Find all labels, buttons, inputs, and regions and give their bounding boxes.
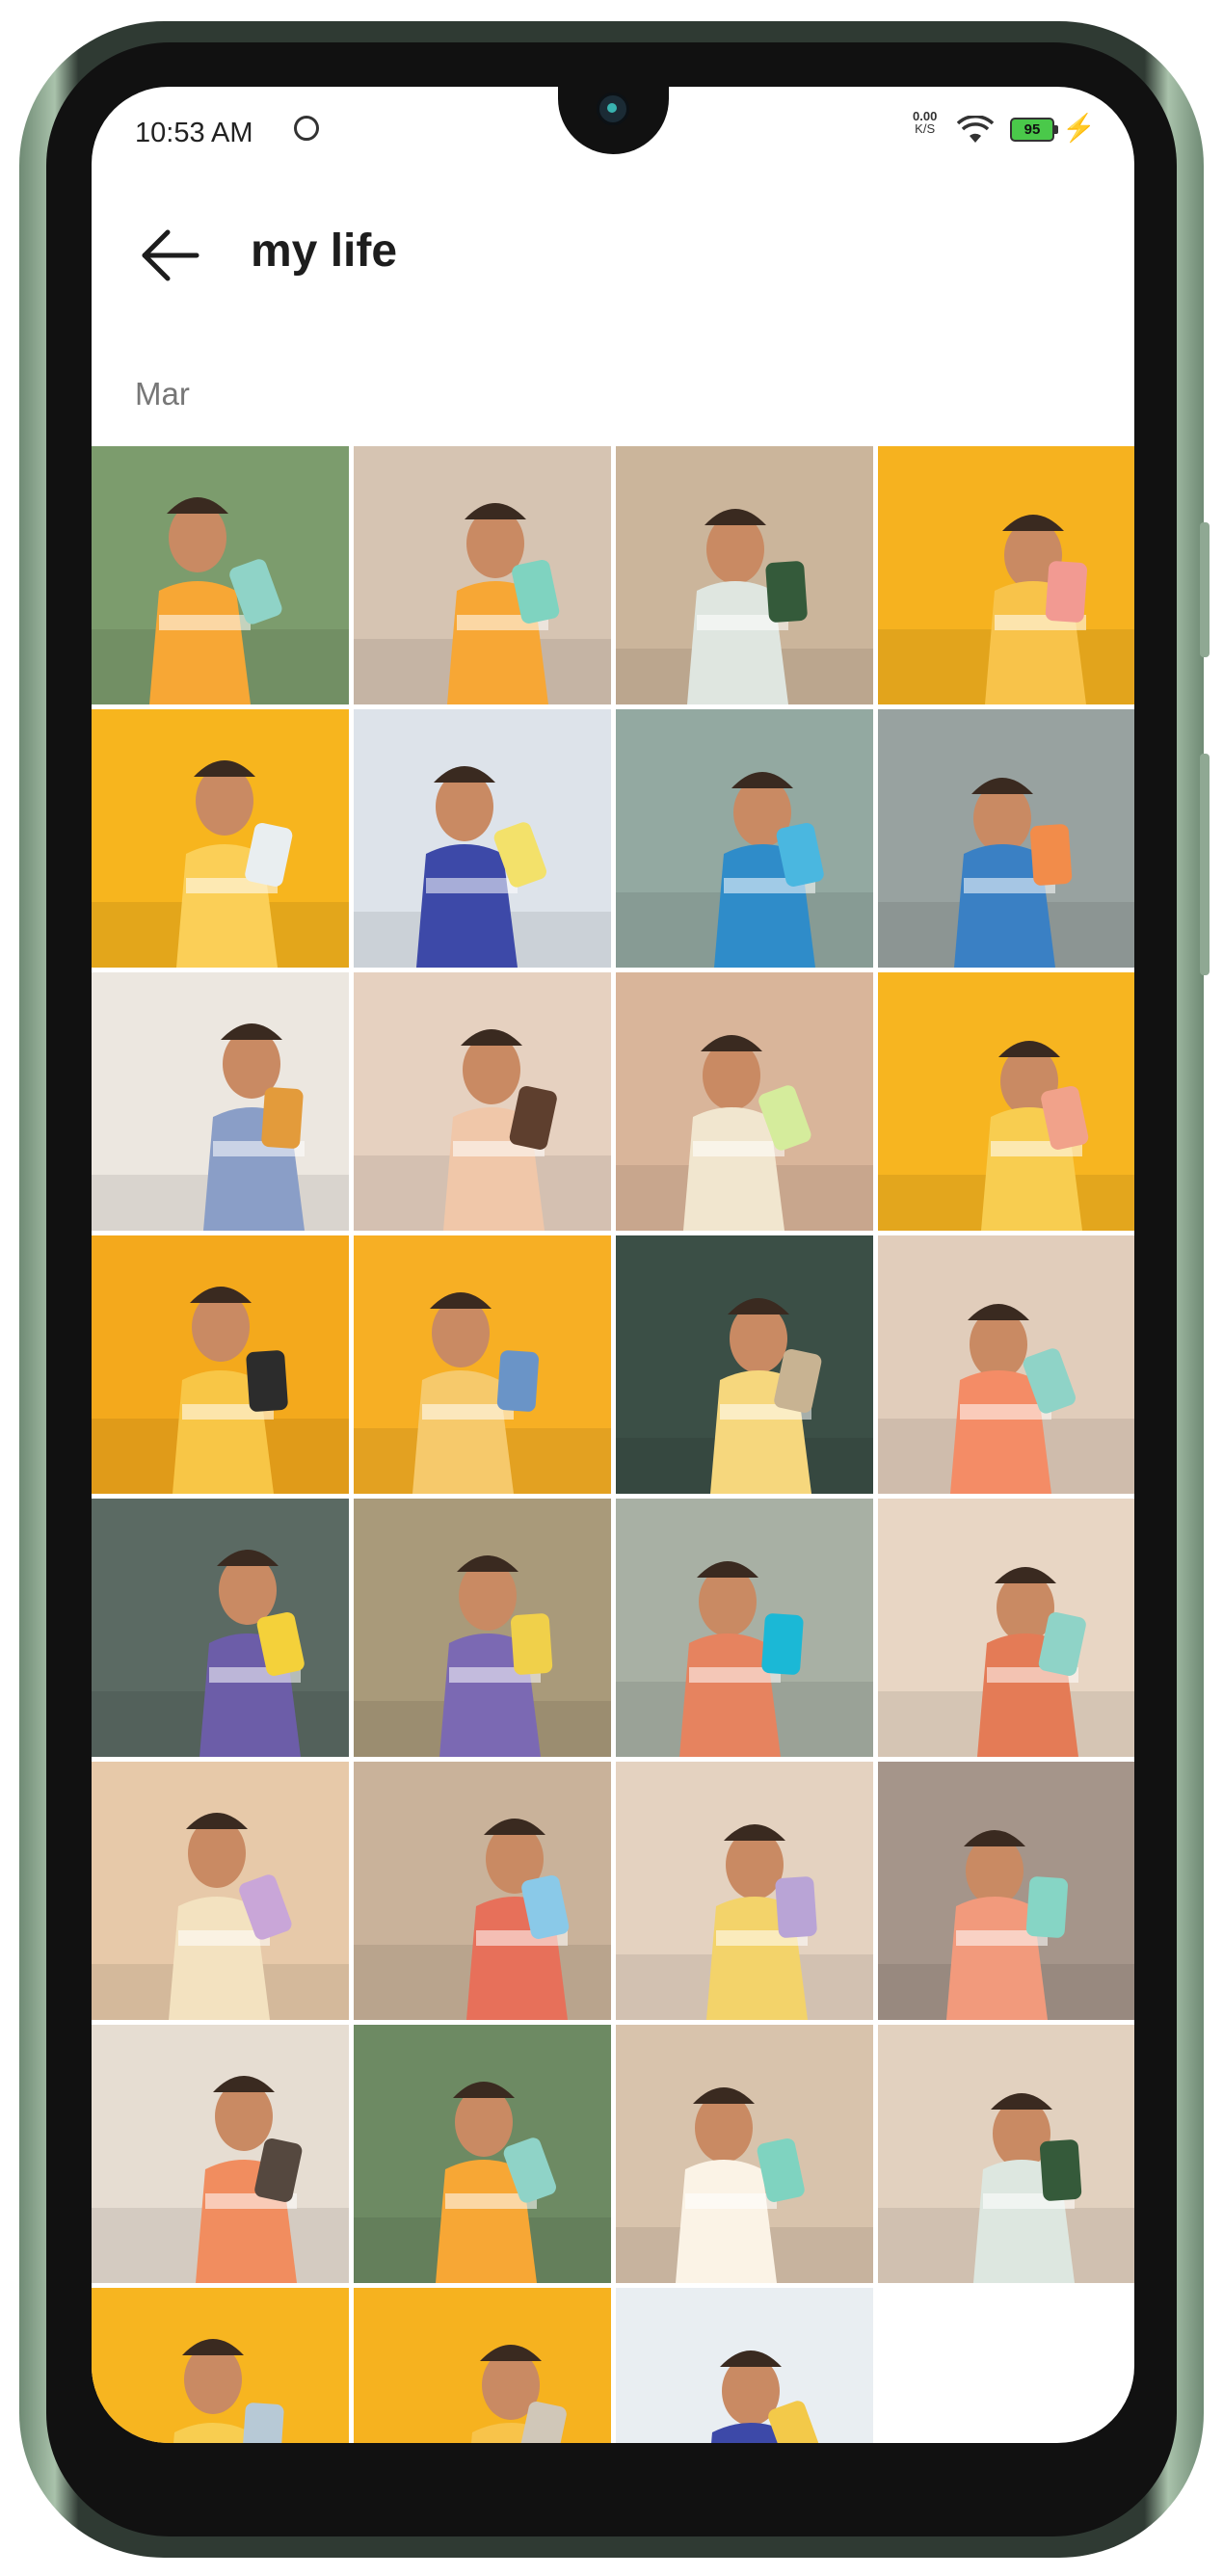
photo-thumbnail[interactable] (354, 972, 611, 1231)
photo-thumbnail[interactable] (92, 1499, 349, 1757)
photo-thumbnail[interactable] (616, 446, 873, 704)
camera-icon (597, 93, 629, 125)
photo-thumbnail[interactable] (878, 709, 1134, 968)
volume-button (1200, 522, 1210, 657)
photo-thumbnail[interactable] (878, 2025, 1134, 2283)
photo-thumbnail[interactable] (92, 709, 349, 968)
alarm-icon (294, 116, 319, 141)
photo-thumbnail[interactable] (616, 972, 873, 1231)
network-speed-unit: K/S (915, 121, 936, 136)
app-header: my life (92, 178, 1134, 304)
photo-thumbnail[interactable] (616, 2025, 873, 2283)
photo-thumbnail[interactable] (92, 972, 349, 1231)
wifi-icon (957, 116, 994, 143)
photo-thumbnail[interactable] (92, 1762, 349, 2020)
network-speed: 0.00 K/S (913, 110, 937, 135)
power-button (1200, 754, 1210, 975)
photo-thumbnail[interactable] (616, 2288, 873, 2443)
photo-thumbnail[interactable] (616, 1235, 873, 1494)
photo-thumbnail[interactable] (92, 2288, 349, 2443)
photo-thumbnail[interactable] (92, 2025, 349, 2283)
photo-thumbnail[interactable] (92, 1235, 349, 1494)
photo-thumbnail[interactable] (354, 1762, 611, 2020)
photo-thumbnail[interactable] (878, 1235, 1134, 1494)
date-section-label: Mar (135, 376, 190, 412)
photo-thumbnail[interactable] (354, 2288, 611, 2443)
battery-icon: 95 (1010, 118, 1058, 142)
status-time: 10:53 AM (135, 118, 253, 148)
photo-thumbnail[interactable] (878, 972, 1134, 1231)
photo-thumbnail[interactable] (354, 1235, 611, 1494)
photo-thumbnail[interactable] (878, 446, 1134, 704)
charging-icon: ⚡ (1062, 113, 1096, 143)
photo-thumbnail[interactable] (878, 1762, 1134, 2020)
photo-thumbnail[interactable] (354, 2025, 611, 2283)
photo-thumbnail[interactable] (878, 1499, 1134, 1757)
battery-level: 95 (1024, 121, 1041, 138)
phone-screen: 10:53 AM 0.00 K/S 95 ⚡ my life Mar (92, 87, 1134, 2443)
photo-thumbnail[interactable] (354, 446, 611, 704)
back-arrow-icon[interactable] (135, 226, 202, 284)
album-title: my life (251, 226, 398, 277)
photo-thumbnail[interactable] (616, 1499, 873, 1757)
photo-thumbnail[interactable] (92, 446, 349, 704)
photo-thumbnail[interactable] (616, 1762, 873, 2020)
photo-thumbnail[interactable] (354, 709, 611, 968)
photo-thumbnail[interactable] (354, 1499, 611, 1757)
photo-thumbnail[interactable] (616, 709, 873, 968)
